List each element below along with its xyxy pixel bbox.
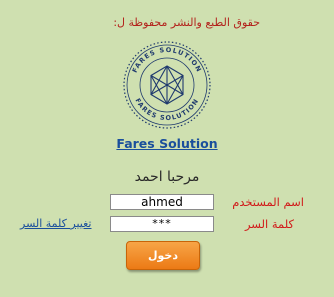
username-field[interactable]: ahmed [110,194,214,210]
change-password-link[interactable]: تغيير كلمة السر [20,217,92,230]
login-button[interactable]: دخول [126,241,200,270]
hexagon-network-icon [150,65,184,105]
password-label: كلمة السر [244,217,294,231]
company-logo-icon: FARES SOLUTION FARES SOLUTION [123,41,211,129]
welcome-message: مرحبا احمد [134,169,200,185]
password-field[interactable]: *** [110,216,214,232]
copyright-notice: حقوق الطبع والنشر محفوظة ل: [113,16,260,29]
brand-link[interactable]: Fares Solution [0,136,334,151]
username-label: اسم المستخدم [232,195,304,209]
